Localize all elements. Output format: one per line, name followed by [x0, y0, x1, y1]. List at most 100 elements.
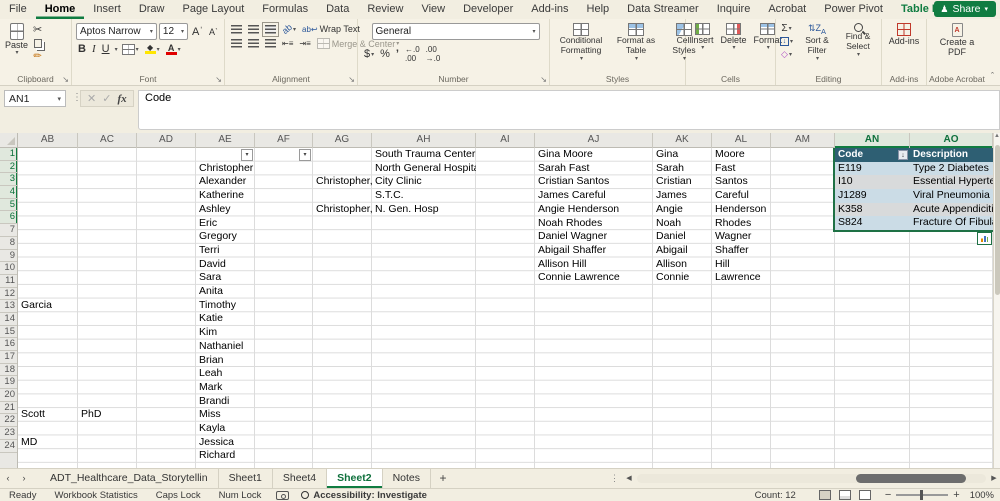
percent-style-button[interactable]: % — [378, 47, 392, 61]
alignment-dialog-launcher[interactable]: ↘ — [348, 75, 355, 84]
ribbon-tab-add-ins[interactable]: Add-ins — [522, 0, 577, 19]
column-header-AI[interactable]: AI — [476, 133, 535, 148]
format-painter-button[interactable]: ✏ — [31, 50, 44, 63]
column-header-AL[interactable]: AL — [712, 133, 771, 148]
decrease-decimal-button[interactable]: .00 →.0 — [424, 44, 443, 64]
conditional-formatting-button[interactable]: Conditional Formatting ▾ — [552, 22, 610, 71]
shrink-font-button[interactable]: Aˋ — [207, 26, 220, 38]
cell-AK5[interactable]: Angie — [653, 203, 712, 217]
ribbon-tab-inquire[interactable]: Inquire — [708, 0, 760, 19]
horizontal-scroll-thumb[interactable] — [856, 473, 966, 483]
row-header-5[interactable]: 5 — [0, 198, 17, 212]
cell-AE15[interactable]: Nathaniel — [196, 340, 255, 354]
table-cell[interactable]: I10 — [835, 175, 910, 190]
ribbon-tab-developer[interactable]: Developer — [454, 0, 522, 19]
cell-AH5[interactable]: N. Gen. Hosp — [372, 203, 476, 217]
table-header-code[interactable]: Code ↓ — [835, 148, 910, 162]
wrap-text-button[interactable]: ab↩ Wrap Text — [300, 23, 362, 35]
column-header-AO[interactable]: AO — [910, 133, 993, 148]
row-header-21[interactable]: 21 — [0, 402, 17, 415]
cell-AL10[interactable]: Lawrence — [712, 271, 771, 285]
row-header-13[interactable]: 13 — [0, 300, 17, 313]
formula-input[interactable]: Code — [138, 90, 1000, 130]
row-header-19[interactable]: 19 — [0, 376, 17, 390]
row-header-10[interactable]: 10 — [0, 262, 17, 275]
ribbon-tab-power-pivot[interactable]: Power Pivot — [815, 0, 892, 19]
cell-AE12[interactable]: Timothy — [196, 299, 255, 313]
autosum-button[interactable]: Σ ▾ — [778, 22, 795, 35]
ribbon-tab-draw[interactable]: Draw — [130, 0, 174, 19]
normal-view-button[interactable] — [818, 490, 831, 500]
cell-AH2[interactable]: North General Hospital — [372, 162, 476, 176]
insert-cells-button[interactable]: Insert ▾ — [688, 22, 717, 71]
cell-AL3[interactable]: Santos — [712, 175, 771, 189]
cell-AE7[interactable]: Gregory — [196, 230, 255, 244]
cell-AK6[interactable]: Noah — [653, 217, 712, 231]
align-top-button[interactable] — [229, 24, 244, 35]
table-cell[interactable]: S824 — [835, 216, 910, 231]
row-header-3[interactable]: 3 — [0, 173, 17, 187]
autofilter-button-AF1[interactable]: ▾ — [299, 149, 311, 161]
zoom-level[interactable]: 100% — [970, 490, 1000, 501]
column-header-AB[interactable]: AB — [18, 133, 78, 148]
row-header-20[interactable]: 20 — [0, 389, 17, 402]
macro-record-icon[interactable] — [276, 490, 290, 500]
cell-AE9[interactable]: David — [196, 258, 255, 272]
cell-AK1[interactable]: Gina — [653, 148, 712, 162]
cell-AE6[interactable]: Eric — [196, 217, 255, 231]
cell-AL2[interactable]: Fast — [712, 162, 771, 176]
row-header-7[interactable]: 7 — [0, 224, 17, 237]
ribbon-tab-file[interactable]: File — [0, 0, 36, 19]
cell-AE13[interactable]: Katie — [196, 312, 255, 326]
column-header-AN[interactable]: AN — [835, 133, 910, 148]
bold-button[interactable]: B — [76, 42, 88, 56]
font-dialog-launcher[interactable]: ↘ — [215, 75, 222, 84]
cell-AJ1[interactable]: Gina Moore — [535, 148, 653, 162]
insert-function-icon[interactable]: fx — [117, 93, 126, 105]
cell-AK8[interactable]: Abigail — [653, 244, 712, 258]
column-header-AM[interactable]: AM — [771, 133, 835, 148]
cell-AJ6[interactable]: Noah Rhodes — [535, 217, 653, 231]
cell-AL8[interactable]: Shaffer — [712, 244, 771, 258]
workbook-statistics-button[interactable]: Workbook Statistics — [45, 490, 146, 501]
borders-button[interactable]: ▾ — [120, 43, 141, 56]
sheet-tab-notes[interactable]: Notes — [383, 469, 432, 488]
underline-chevron-icon[interactable]: ▾ — [115, 46, 118, 53]
cell-AK10[interactable]: Connie — [653, 271, 712, 285]
row-header-18[interactable]: 18 — [0, 364, 17, 377]
table-cell[interactable]: K358 — [835, 202, 910, 217]
cell-AJ8[interactable]: Abigail Shaffer — [535, 244, 653, 258]
addins-button[interactable]: Add-ins — [884, 22, 924, 47]
cell-AG3[interactable]: Christopher,A — [313, 175, 372, 189]
table-cell[interactable]: J1289 — [835, 189, 910, 203]
scroll-left-icon[interactable]: ◀ — [623, 474, 635, 482]
cell-AE10[interactable]: Sara — [196, 271, 255, 285]
row-header-4[interactable]: 4 — [0, 186, 17, 199]
cell-AK4[interactable]: James — [653, 189, 712, 203]
cell-AB12[interactable]: Garcia — [18, 299, 78, 313]
cell-AE17[interactable]: Leah — [196, 367, 255, 381]
table-cell[interactable]: E119 — [835, 161, 910, 176]
page-layout-view-button[interactable] — [838, 490, 851, 500]
sheet-tab-sheet4[interactable]: Sheet4 — [273, 469, 328, 488]
row-header-1[interactable]: 1 — [0, 148, 17, 161]
accounting-format-button[interactable]: $ ▾ — [362, 47, 376, 61]
cell-AL6[interactable]: Rhodes — [712, 217, 771, 231]
underline-button[interactable]: U — [100, 42, 112, 56]
cell-AE5[interactable]: Ashley — [196, 203, 255, 217]
clipboard-dialog-launcher[interactable]: ↘ — [62, 75, 69, 84]
cell-AE4[interactable]: Katherine — [196, 189, 255, 203]
column-header-AH[interactable]: AH — [372, 133, 476, 148]
scroll-right-icon[interactable]: ▶ — [988, 474, 1000, 482]
number-format-select[interactable]: General ▾ — [371, 23, 540, 40]
cell-AK2[interactable]: Sarah — [653, 162, 712, 176]
sheet-tab-adt_healthcare_data_storytellin[interactable]: ADT_Healthcare_Data_Storytellin — [40, 469, 219, 488]
sheet-tab-sheet1[interactable]: Sheet1 — [219, 469, 273, 488]
cell-AE8[interactable]: Terri — [196, 244, 255, 258]
cell-AJ3[interactable]: Cristian Santos — [535, 175, 653, 189]
column-header-AF[interactable]: AF — [255, 133, 313, 148]
orientation-button[interactable]: ab ▾ — [280, 22, 298, 36]
column-header-AE[interactable]: AE — [196, 133, 255, 148]
cell-AH4[interactable]: S.T.C. — [372, 189, 476, 203]
row-header-9[interactable]: 9 — [0, 250, 17, 263]
